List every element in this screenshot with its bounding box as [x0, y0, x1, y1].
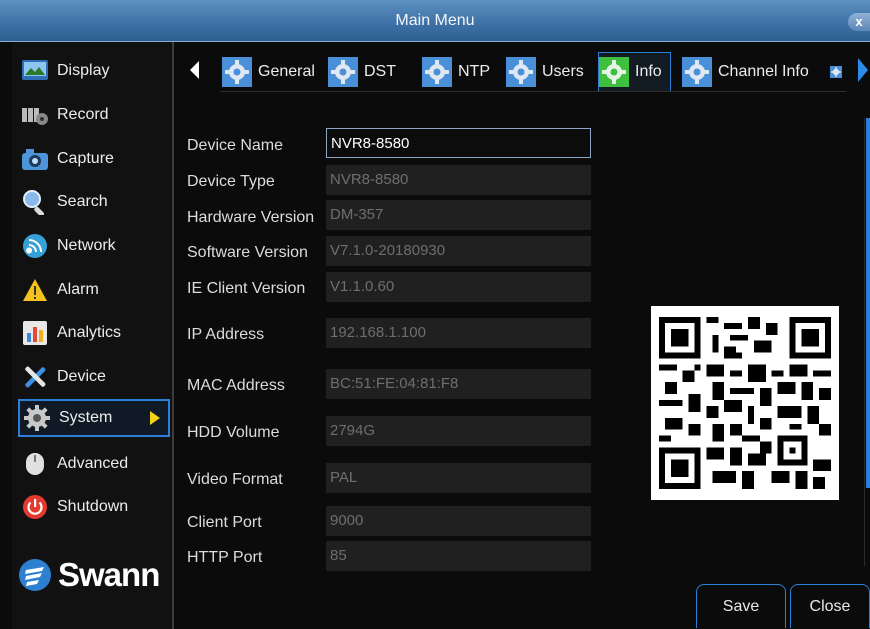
sidebar-divider	[172, 42, 174, 629]
client-port-value: 9000	[326, 506, 591, 536]
http-port-value: 85	[326, 541, 591, 571]
device-qr-code	[651, 306, 839, 500]
mac-address-value: BC:51:FE:04:81:F8	[326, 369, 591, 399]
display-icon	[22, 58, 48, 84]
hdd-volume-value: 2794G	[326, 416, 591, 446]
device-name-field[interactable]: NVR8-8580	[326, 128, 591, 158]
video-format-value: PAL	[326, 463, 591, 493]
gear-icon	[328, 57, 358, 87]
tab-next-partial[interactable]	[830, 52, 848, 92]
tab-underline	[220, 91, 846, 92]
tab-scroll-right-icon[interactable]	[858, 58, 868, 82]
brand-logo: Swann	[18, 556, 160, 594]
sidebar-item-network[interactable]: Network	[18, 227, 170, 265]
http-port-label: HTTP Port	[187, 549, 263, 566]
mac-address-label: MAC Address	[187, 377, 285, 394]
search-icon	[22, 189, 48, 215]
video-format-label: Video Format	[187, 471, 283, 488]
software-version-label: Software Version	[187, 244, 308, 261]
device-type-value: NVR8-8580	[326, 165, 591, 195]
gear-icon	[830, 66, 842, 78]
tab-label: General	[258, 63, 315, 80]
sidebar-item-advanced[interactable]: Advanced	[18, 445, 170, 483]
info-scrollbar[interactable]	[864, 118, 870, 566]
tab-bar: General DST NTP Users Info Channel Info	[190, 52, 870, 92]
analytics-icon	[22, 320, 48, 346]
sidebar-item-label: Record	[57, 106, 109, 123]
advanced-icon	[22, 451, 48, 477]
sidebar-item-display[interactable]: Display	[18, 52, 170, 90]
tab-channel-info[interactable]: Channel Info	[682, 52, 809, 92]
gear-icon	[599, 57, 629, 87]
logo-text: Swann	[58, 556, 160, 593]
client-port-label: Client Port	[187, 514, 262, 531]
sidebar-item-system[interactable]: System	[18, 399, 170, 437]
save-button[interactable]: Save	[696, 584, 786, 628]
network-icon	[22, 233, 48, 259]
tab-info[interactable]: Info	[598, 52, 671, 92]
active-indicator-arrow-icon	[150, 411, 160, 425]
ip-address-label: IP Address	[187, 326, 265, 343]
system-icon	[24, 405, 50, 431]
gear-icon	[506, 57, 536, 87]
ie-client-version-label: IE Client Version	[187, 280, 306, 297]
hdd-volume-label: HDD Volume	[187, 424, 280, 441]
camera-icon	[22, 146, 48, 172]
sidebar-item-label: Display	[57, 62, 110, 79]
sidebar-item-label: Network	[57, 237, 116, 254]
tab-label: Users	[542, 63, 584, 80]
sidebar-item-label: Advanced	[57, 455, 129, 472]
sidebar-item-analytics[interactable]: Analytics	[18, 314, 170, 352]
tab-scroll-left-icon[interactable]	[190, 61, 199, 79]
sidebar-item-record[interactable]: Record	[18, 96, 170, 134]
sidebar-item-label: Shutdown	[57, 498, 129, 515]
gear-icon	[422, 57, 452, 87]
device-name-label: Device Name	[187, 137, 284, 154]
gear-icon	[682, 57, 712, 87]
sidebar-item-label: System	[59, 409, 113, 426]
sidebar-item-alarm[interactable]: Alarm	[18, 271, 170, 309]
hardware-version-label: Hardware Version	[187, 209, 315, 226]
gear-icon	[222, 57, 252, 87]
ip-address-value: 192.168.1.100	[326, 318, 591, 348]
sidebar-item-label: Alarm	[57, 281, 99, 298]
tab-users[interactable]: Users	[506, 52, 584, 92]
tab-general[interactable]: General	[222, 52, 315, 92]
hardware-version-value: DM-357	[326, 200, 591, 230]
device-icon	[22, 364, 48, 390]
swann-logo-icon	[19, 559, 51, 591]
sidebar-item-device[interactable]: Device	[18, 358, 170, 396]
tab-label: NTP	[458, 63, 490, 80]
title-bar: Main Menu x	[0, 0, 870, 42]
tab-label: Channel Info	[718, 63, 809, 80]
device-type-label: Device Type	[187, 173, 275, 190]
software-version-value: V7.1.0-20180930	[326, 236, 591, 266]
tab-ntp[interactable]: NTP	[422, 52, 490, 92]
ie-client-version-value: V1.1.0.60	[326, 272, 591, 302]
alarm-icon	[22, 277, 48, 303]
close-button[interactable]: Close	[790, 584, 870, 628]
sidebar-item-label: Device	[57, 368, 106, 385]
tab-label: DST	[364, 63, 396, 80]
sidebar-item-shutdown[interactable]: Shutdown	[18, 488, 170, 526]
close-window-button[interactable]: x	[848, 13, 870, 31]
sidebar: Display Record Capture Search Network Al…	[12, 42, 172, 629]
sidebar-item-search[interactable]: Search	[18, 183, 170, 221]
sidebar-item-label: Capture	[57, 150, 114, 167]
sidebar-item-label: Analytics	[57, 324, 122, 341]
tab-dst[interactable]: DST	[328, 52, 396, 92]
scrollbar-thumb[interactable]	[866, 118, 870, 488]
record-icon	[22, 102, 48, 128]
tab-label: Info	[635, 63, 662, 80]
power-icon	[22, 494, 48, 520]
sidebar-item-capture[interactable]: Capture	[18, 140, 170, 178]
sidebar-item-label: Search	[57, 193, 108, 210]
qr-code-image	[659, 317, 831, 489]
window-title: Main Menu	[395, 12, 475, 29]
